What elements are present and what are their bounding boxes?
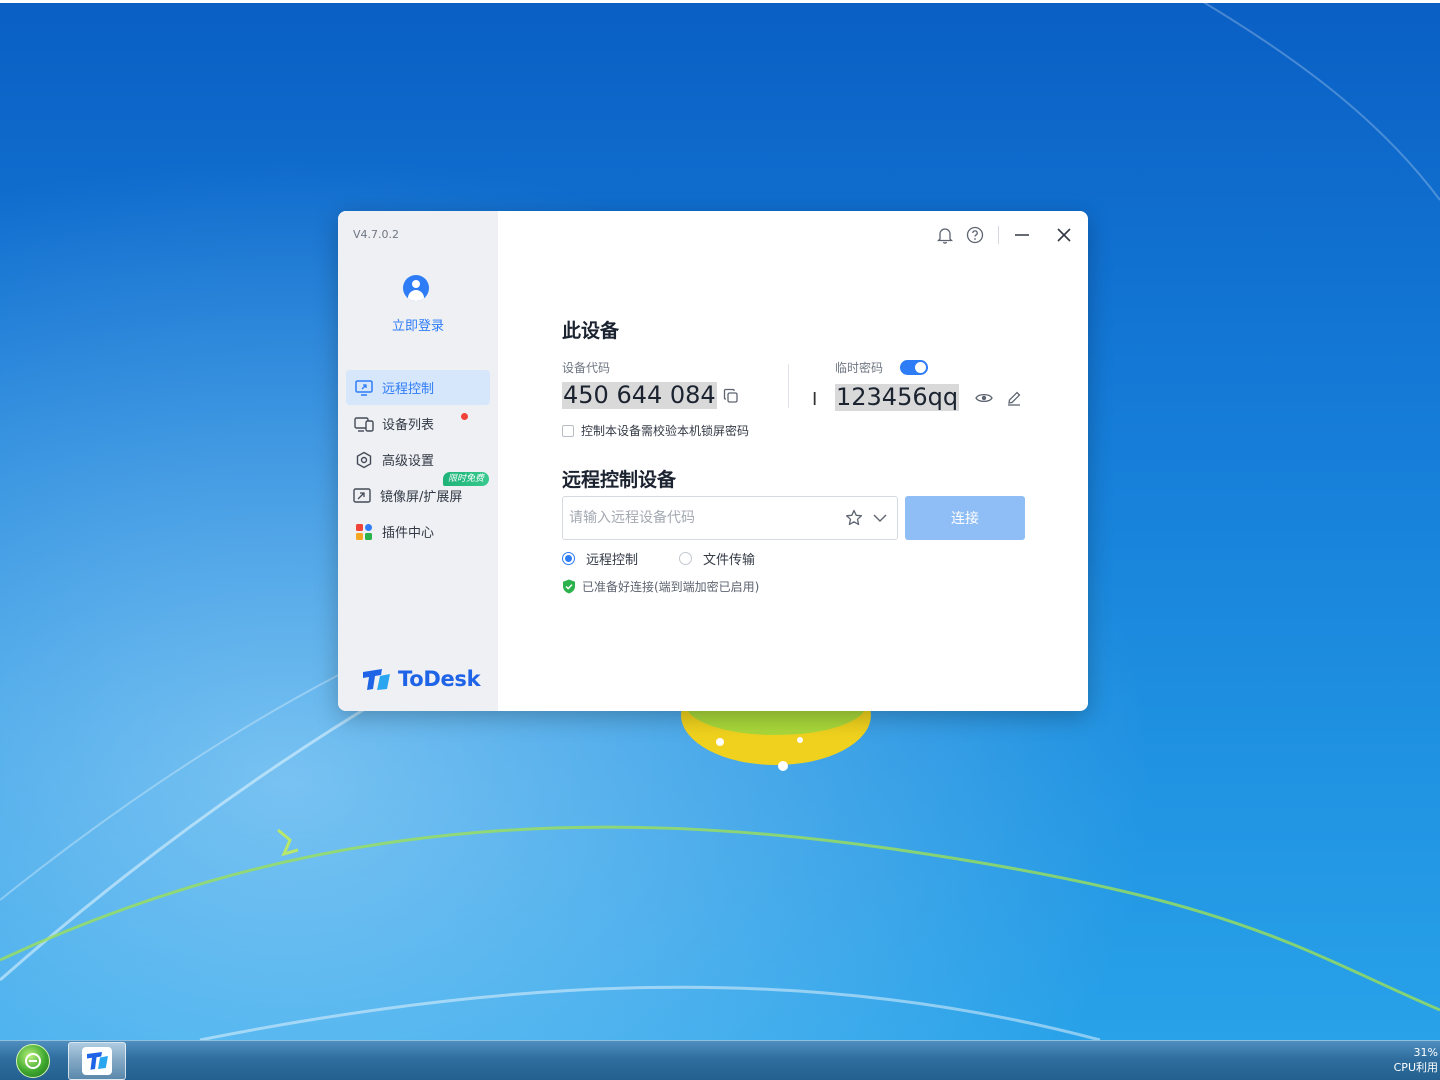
- temp-password-label: 临时密码: [835, 361, 884, 375]
- notification-dot: [461, 413, 468, 420]
- sidebar-nav: 远程控制 设备列表 高级设置 镜像屏/扩展屏 限时免费 插件中心: [346, 370, 490, 550]
- connection-status: 已准备好连接(端到端加密已启用): [562, 578, 759, 595]
- device-code-label: 设备代码: [562, 361, 611, 375]
- sidebar-item-device-list[interactable]: 设备列表: [346, 406, 490, 441]
- this-device-title: 此设备: [562, 320, 620, 342]
- cpu-percent: 31%: [1413, 1046, 1438, 1059]
- limited-free-badge: 限时免费: [443, 472, 490, 486]
- text-cursor-icon: I: [812, 389, 818, 410]
- main-panel: 此设备 设备代码 450 644 084 I 临时密码 123456qq 控制本…: [498, 211, 1088, 711]
- gear-hexagon-icon: [354, 450, 374, 470]
- devices-icon: [354, 414, 374, 434]
- radio-selected[interactable]: [562, 552, 575, 565]
- login-link[interactable]: 立即登录: [338, 315, 498, 334]
- screen-mirror-icon: [352, 486, 372, 506]
- cpu-label: CPU利用: [1393, 1061, 1438, 1074]
- start-logo-icon: [25, 1053, 41, 1069]
- sidebar-item-label: 插件中心: [382, 526, 435, 541]
- sidebar-item-label: 高级设置: [382, 454, 435, 469]
- cpu-meter: 31% CPU利用: [1394, 1045, 1438, 1075]
- todesk-app-icon: [82, 1047, 112, 1075]
- lockscreen-check-label: 控制本设备需校验本机锁屏密码: [581, 424, 750, 438]
- sidebar-item-screen-mirror[interactable]: 镜像屏/扩展屏 限时免费: [346, 472, 490, 513]
- copy-icon[interactable]: [722, 387, 740, 405]
- remote-control-title: 远程控制设备: [562, 469, 677, 491]
- sidebar-item-label: 设备列表: [382, 418, 435, 433]
- temp-password-toggle[interactable]: [900, 360, 928, 375]
- device-code-value[interactable]: 450 644 084: [562, 382, 717, 409]
- connect-button[interactable]: 连接: [905, 496, 1025, 540]
- remote-code-input-box: [562, 496, 898, 540]
- lockscreen-checkbox[interactable]: [562, 424, 574, 437]
- sidebar-item-label: 远程控制: [382, 382, 435, 397]
- mode-remote-control-label: 远程控制: [586, 553, 639, 568]
- taskbar: 31% CPU利用: [0, 1040, 1440, 1080]
- chevron-down-icon[interactable]: [871, 509, 889, 527]
- taskbar-todesk-app[interactable]: [68, 1042, 126, 1080]
- field-divider: [788, 364, 789, 408]
- radio-unselected[interactable]: [679, 552, 692, 565]
- plugin-grid-icon: [354, 522, 374, 542]
- edit-pencil-icon[interactable]: [1005, 389, 1023, 407]
- temp-password-value[interactable]: 123456qq: [835, 384, 960, 411]
- lockscreen-check[interactable]: 控制本设备需校验本机锁屏密码: [562, 422, 749, 439]
- user-avatar-icon[interactable]: [403, 275, 429, 301]
- connection-status-text: 已准备好连接(端到端加密已启用): [582, 580, 760, 594]
- sidebar-item-remote-control[interactable]: 远程控制: [346, 370, 490, 405]
- sidebar-item-plugin-center[interactable]: 插件中心: [346, 514, 490, 549]
- version-label: V4.7.0.2: [353, 228, 400, 241]
- todesk-window: V4.7.0.2 立即登录 远程控制 设备列表 高级设置 镜像屏/扩展屏 限时免…: [338, 211, 1088, 711]
- mode-file-transfer-label: 文件传输: [703, 553, 756, 568]
- mode-file-transfer-option[interactable]: 文件传输: [679, 549, 755, 568]
- remote-code-input[interactable]: [569, 507, 829, 529]
- todesk-logo-icon: [363, 669, 390, 690]
- start-button[interactable]: [16, 1044, 50, 1078]
- brand-name: ToDesk: [398, 667, 481, 691]
- shield-check-icon: [563, 579, 575, 594]
- todesk-logo: ToDesk: [362, 667, 481, 691]
- star-icon[interactable]: [845, 509, 863, 527]
- eye-icon[interactable]: [975, 389, 993, 407]
- sidebar-item-label: 镜像屏/扩展屏: [380, 490, 463, 505]
- sidebar: V4.7.0.2 立即登录 远程控制 设备列表 高级设置 镜像屏/扩展屏 限时免…: [338, 211, 498, 711]
- mode-remote-control-option[interactable]: 远程控制: [562, 549, 638, 568]
- monitor-icon: [354, 378, 374, 398]
